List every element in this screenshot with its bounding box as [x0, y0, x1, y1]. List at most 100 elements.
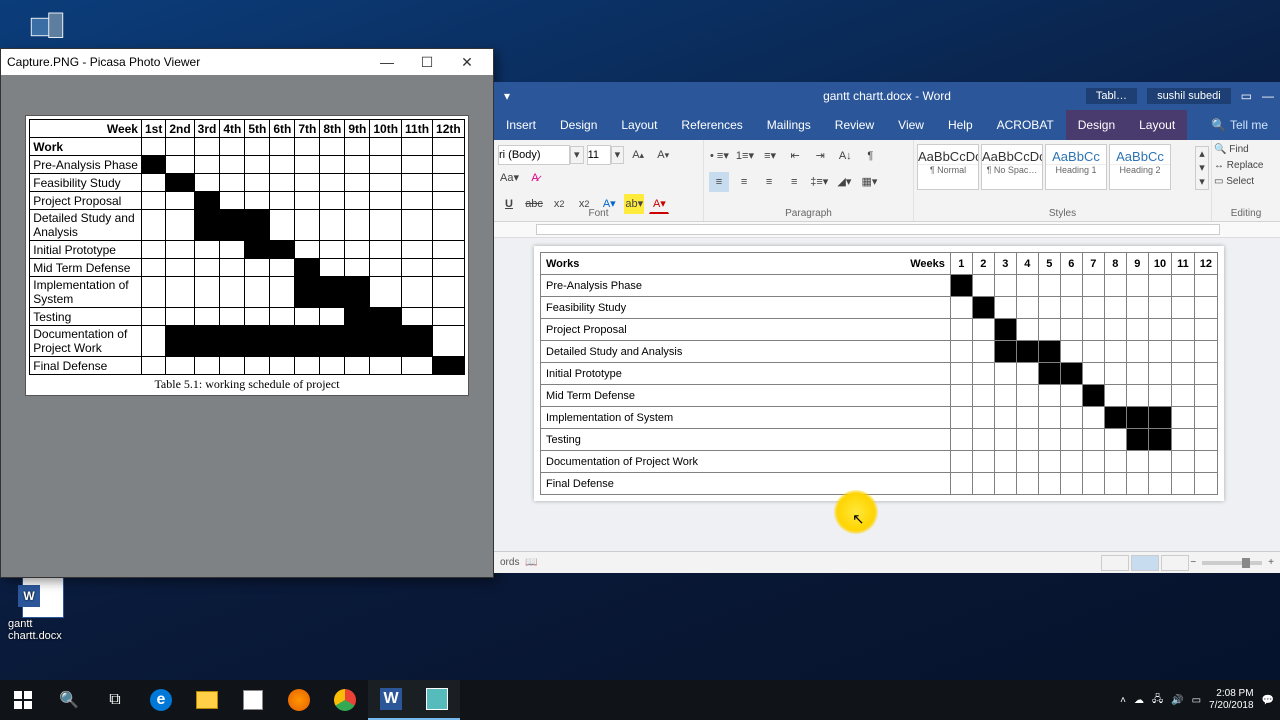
- justify-button[interactable]: ≡: [784, 172, 804, 192]
- shading-button[interactable]: ◢▾: [834, 172, 854, 192]
- search-icon: 🔍: [1211, 118, 1226, 132]
- ribbon-tab-acrobat[interactable]: ACROBAT: [985, 110, 1066, 140]
- style-card-heading-1[interactable]: AaBbCcHeading 1: [1045, 144, 1107, 190]
- select-button[interactable]: ▭ Select: [1214, 174, 1278, 190]
- multilevel-list-button[interactable]: ≡▾: [760, 145, 780, 165]
- font-group-label: Font: [494, 208, 703, 219]
- ribbon-tab-mailings[interactable]: Mailings: [755, 110, 823, 140]
- ribbon-tab-help[interactable]: Help: [936, 110, 985, 140]
- bullets-button[interactable]: • ≡▾: [709, 145, 730, 165]
- taskbar-word-icon[interactable]: W: [368, 680, 414, 720]
- document-page[interactable]: WorksWeeks123456789101112Pre-Analysis Ph…: [534, 246, 1224, 501]
- word-status-bar[interactable]: ords 📖 − +: [494, 551, 1280, 573]
- document-area[interactable]: WorksWeeks123456789101112Pre-Analysis Ph…: [494, 238, 1280, 560]
- align-right-button[interactable]: ≡: [759, 172, 779, 192]
- taskbar-firefox-icon[interactable]: [276, 680, 322, 720]
- change-case-button[interactable]: Aa▾: [499, 167, 520, 187]
- taskbar-store-icon[interactable]: [230, 680, 276, 720]
- word-document-title: gantt chartt.docx - Word: [823, 89, 951, 103]
- horizontal-ruler[interactable]: [494, 222, 1280, 238]
- desktop-word-file-icon[interactable]: W gantt chartt.docx: [8, 576, 78, 642]
- ribbon-tab-references[interactable]: References: [669, 110, 754, 140]
- contextual-tab-label[interactable]: Tabl…: [1086, 88, 1137, 104]
- print-layout-button[interactable]: [1131, 555, 1159, 571]
- word-titlebar[interactable]: ▾ gantt chartt.docx - Word Tabl… sushil …: [494, 82, 1280, 110]
- taskbar-edge-icon[interactable]: e: [138, 680, 184, 720]
- ribbon-tab-layout[interactable]: Layout: [609, 110, 669, 140]
- font-size-dropdown-icon[interactable]: ▾: [611, 146, 625, 164]
- taskbar-clock[interactable]: 2:08 PM 7/20/2018: [1209, 688, 1254, 712]
- style-card-heading-2[interactable]: AaBbCcHeading 2: [1109, 144, 1171, 190]
- read-mode-button[interactable]: [1101, 555, 1129, 571]
- styles-gallery-more-button[interactable]: ▴▾▾: [1195, 146, 1209, 190]
- ribbon-tab-layout[interactable]: Layout: [1127, 110, 1187, 140]
- borders-button[interactable]: ▦▾: [859, 172, 879, 192]
- replace-button[interactable]: ↔ Replace: [1214, 158, 1278, 174]
- zoom-out-button[interactable]: −: [1190, 557, 1196, 568]
- increase-indent-button[interactable]: ⇥: [810, 145, 830, 165]
- font-size-input[interactable]: [587, 145, 611, 165]
- shrink-font-button[interactable]: A▾: [653, 145, 673, 165]
- taskbar: 🔍 ⧉ e W ˄ ☁ 🖧 🔊 ▭ 2:08 PM 7/20/2018 💬: [0, 680, 1280, 720]
- action-center-icon[interactable]: 💬: [1262, 695, 1274, 706]
- word-doc-icon: W: [22, 576, 64, 618]
- gantt-table-image: Week1st2nd3rd4th5th6th7th8th9th10th11th1…: [29, 119, 464, 375]
- desktop-this-pc-icon[interactable]: [12, 6, 82, 48]
- word-account-name[interactable]: sushil subedi: [1147, 88, 1231, 104]
- word-minimize-button[interactable]: —: [1262, 89, 1274, 103]
- taskbar-chrome-icon[interactable]: [322, 680, 368, 720]
- tray-volume-icon[interactable]: 🔊: [1171, 695, 1183, 706]
- grow-font-button[interactable]: A▴: [628, 145, 648, 165]
- tray-network-icon[interactable]: 🖧: [1152, 692, 1163, 709]
- find-button[interactable]: 🔍 Find: [1214, 142, 1278, 158]
- picasa-viewport[interactable]: Week1st2nd3rd4th5th6th7th8th9th10th11th1…: [1, 75, 493, 577]
- ribbon-tab-view[interactable]: View: [886, 110, 936, 140]
- picasa-titlebar[interactable]: Capture.PNG - Picasa Photo Viewer — ☐ ✕: [1, 49, 493, 75]
- decrease-indent-button[interactable]: ⇤: [785, 145, 805, 165]
- paragraph-group-label: Paragraph: [704, 208, 913, 219]
- ribbon-tab-review[interactable]: Review: [823, 110, 886, 140]
- ribbon-display-options-icon[interactable]: ▭: [1241, 89, 1252, 103]
- zoom-in-button[interactable]: +: [1268, 557, 1274, 568]
- tray-ime-icon[interactable]: ▭: [1192, 695, 1201, 706]
- ribbon-tab-insert[interactable]: Insert: [494, 110, 548, 140]
- system-tray[interactable]: ˄ ☁ 🖧 🔊 ▭ 2:08 PM 7/20/2018 💬: [1120, 680, 1274, 720]
- zoom-slider[interactable]: [1202, 561, 1262, 565]
- clear-formatting-button[interactable]: A̷: [525, 168, 545, 188]
- ribbon-tabs: InsertDesignLayoutReferencesMailingsRevi…: [494, 110, 1280, 140]
- editing-group-label: Editing: [1212, 208, 1280, 219]
- picasa-image-content: Week1st2nd3rd4th5th6th7th8th9th10th11th1…: [25, 115, 468, 396]
- align-left-button[interactable]: ≡: [709, 172, 729, 192]
- show-paragraph-marks-button[interactable]: ¶: [860, 146, 880, 166]
- tray-onedrive-icon[interactable]: ☁: [1134, 695, 1144, 706]
- styles-group-label: Styles: [914, 208, 1211, 219]
- sort-button[interactable]: A↓: [835, 146, 855, 166]
- web-layout-button[interactable]: [1161, 555, 1189, 571]
- start-button[interactable]: [0, 680, 46, 720]
- align-center-button[interactable]: ≡: [734, 172, 754, 192]
- minimize-button[interactable]: —: [367, 50, 407, 74]
- font-group: ▾ ▾ A▴ A▾ Aa▾ A̷ U abc x2 x2 A▾ ab▾ A▾ F…: [494, 140, 704, 221]
- search-button[interactable]: 🔍: [46, 680, 92, 720]
- quick-access-dropdown-icon[interactable]: ▾: [504, 89, 510, 103]
- font-name-input[interactable]: [498, 145, 570, 165]
- taskbar-picasa-icon[interactable]: [414, 680, 460, 720]
- line-spacing-button[interactable]: ‡≡▾: [809, 172, 829, 192]
- font-name-dropdown-icon[interactable]: ▾: [570, 146, 584, 164]
- style-card---no-spac-[interactable]: AaBbCcDc¶ No Spac…: [981, 144, 1043, 190]
- styles-group: AaBbCcDc¶ NormalAaBbCcDc¶ No Spac…AaBbCc…: [914, 140, 1212, 221]
- spellcheck-icon[interactable]: 📖: [525, 557, 537, 568]
- task-view-button[interactable]: ⧉: [92, 680, 138, 720]
- numbering-button[interactable]: 1≡▾: [735, 145, 755, 165]
- close-button[interactable]: ✕: [447, 50, 487, 74]
- ribbon-tab-design[interactable]: Design: [548, 110, 609, 140]
- status-words[interactable]: ords: [500, 557, 519, 568]
- tell-me-search[interactable]: 🔍Tell me: [1211, 118, 1280, 132]
- tray-up-icon[interactable]: ˄: [1120, 695, 1126, 706]
- style-card---normal[interactable]: AaBbCcDc¶ Normal: [917, 144, 979, 190]
- mouse-cursor-icon: ↖: [852, 510, 865, 528]
- gantt-table-word[interactable]: WorksWeeks123456789101112Pre-Analysis Ph…: [540, 252, 1218, 495]
- taskbar-explorer-icon[interactable]: [184, 680, 230, 720]
- ribbon-tab-design[interactable]: Design: [1066, 110, 1127, 140]
- maximize-button[interactable]: ☐: [407, 50, 447, 74]
